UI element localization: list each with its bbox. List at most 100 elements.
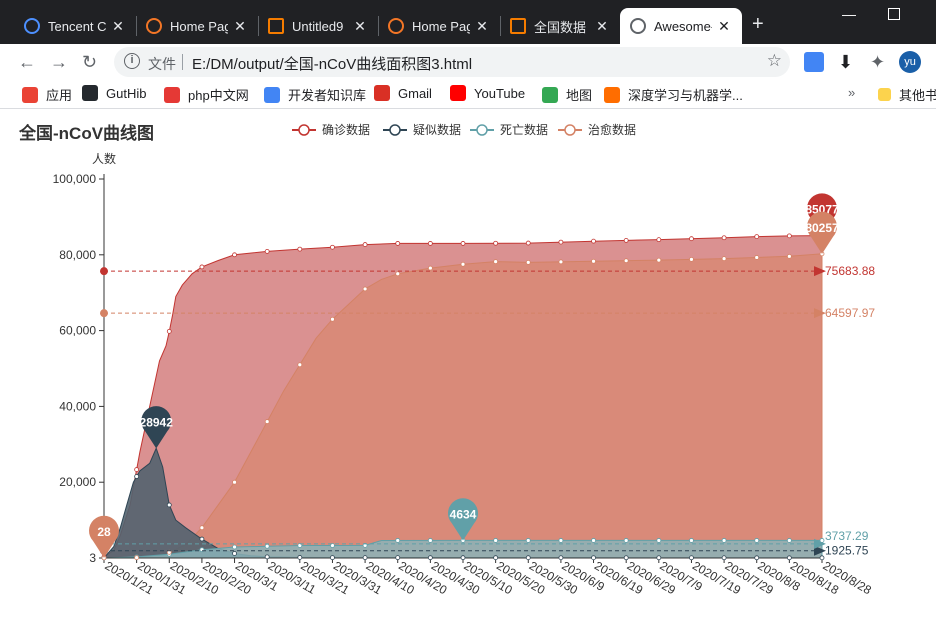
address-separator	[182, 54, 183, 70]
bookmark-label: YouTube	[474, 85, 526, 101]
data-point	[330, 555, 335, 561]
bookmark-2[interactable]: GutHib	[82, 85, 146, 101]
data-point	[689, 256, 694, 262]
chart-title: 全国-nCoV曲线图	[18, 123, 154, 143]
data-point	[264, 419, 270, 424]
data-point	[721, 235, 727, 241]
translate-icon[interactable]	[804, 52, 824, 72]
mark-line-value: 1925.75	[825, 544, 869, 558]
y-tick-label: 40,000	[59, 399, 96, 413]
data-point	[721, 256, 727, 261]
close-tab-icon[interactable]: ✕	[352, 18, 368, 35]
apps-icon	[22, 86, 38, 103]
data-point	[427, 555, 433, 561]
bookmark-3[interactable]: php中文网	[164, 85, 249, 104]
data-point	[689, 555, 694, 561]
php-icon	[164, 86, 180, 103]
data-point	[395, 271, 401, 277]
data-point	[623, 538, 629, 543]
maps-icon	[542, 86, 558, 103]
data-point	[460, 555, 466, 561]
close-tab-icon[interactable]: ✕	[110, 18, 126, 35]
bookmark-star-icon[interactable]: ☆	[767, 51, 782, 71]
bookmark-1[interactable]: 应用	[22, 85, 72, 104]
data-point	[525, 259, 531, 265]
close-tab-icon[interactable]: ✕	[594, 18, 610, 35]
back-arrow-icon[interactable]: ←	[18, 52, 36, 72]
file-label: 文件	[148, 56, 176, 72]
data-point	[525, 240, 531, 246]
github-icon	[82, 85, 98, 101]
bookmarks-bar: 应用 GutHib php中文网 开发者知识库 Gmail YouTube 地图 深度学习与机…	[0, 80, 936, 109]
data-point	[199, 264, 205, 270]
notebook-icon	[510, 18, 526, 34]
data-point	[656, 257, 662, 263]
other-bookmarks-folder[interactable]: 其他书	[878, 85, 936, 104]
data-point	[199, 525, 205, 531]
tab-title: Home Pag	[412, 18, 470, 34]
max-pin-recovered-label: 80257	[805, 221, 839, 235]
data-point	[558, 555, 564, 561]
legend-label: 死亡数据	[500, 122, 548, 137]
close-tab-icon[interactable]: ✕	[232, 18, 248, 35]
ad-icon	[604, 86, 620, 103]
tab-3[interactable]: Untitled9 ✕	[258, 8, 378, 44]
bookmark-5[interactable]: Gmail	[374, 85, 432, 101]
data-point	[623, 555, 629, 561]
bookmarks-more-button[interactable]: »	[848, 85, 855, 100]
close-tab-icon[interactable]: ✕	[716, 18, 732, 35]
data-point	[134, 467, 140, 472]
download-icon[interactable]: ⬇	[838, 52, 853, 72]
minimize-icon[interactable]: —	[842, 6, 856, 22]
data-point	[558, 538, 564, 543]
tab-2[interactable]: Home Pag ✕	[136, 8, 258, 44]
forward-arrow-icon[interactable]: →	[50, 52, 68, 72]
bookmark-4[interactable]: 开发者知识库	[264, 85, 366, 104]
legend-marker	[389, 124, 401, 136]
y-tick-label: 80,000	[59, 248, 96, 262]
tab-title: Tencent C	[48, 18, 106, 34]
data-point	[656, 555, 662, 561]
data-point	[395, 555, 401, 561]
maximize-icon[interactable]	[888, 8, 900, 20]
tab-title: Untitled9	[292, 18, 344, 34]
extensions-icon[interactable]: ✦	[870, 52, 885, 72]
data-point	[460, 241, 466, 246]
data-point	[232, 252, 237, 258]
data-point	[427, 538, 433, 543]
data-point	[264, 554, 270, 560]
jupyter-icon	[388, 18, 404, 34]
data-point	[754, 555, 760, 561]
data-point	[493, 555, 499, 561]
navigation-bar: ← → ↻ i 文件 E:/DM/output/全国-nCoV曲线面积图3.ht…	[0, 44, 936, 80]
other-bookmarks-label: 其他书	[899, 88, 936, 103]
reload-icon[interactable]: ↻	[82, 52, 97, 72]
close-tab-icon[interactable]: ✕	[474, 18, 490, 35]
bookmark-label: 开发者知识库	[288, 88, 367, 103]
bookmark-7[interactable]: 地图	[542, 85, 592, 104]
tab-5[interactable]: 全国数据 - ✕	[500, 8, 620, 44]
legend-label: 疑似数据	[413, 122, 461, 137]
data-point	[199, 536, 205, 542]
data-point	[591, 258, 596, 264]
tab-6[interactable]: Awesome- ✕	[620, 8, 742, 44]
bookmark-6[interactable]: YouTube	[450, 85, 525, 101]
address-bar[interactable]: i 文件 E:/DM/output/全国-nCoV曲线面积图3.html ☆	[114, 47, 790, 77]
data-point	[362, 555, 368, 561]
folder-icon	[878, 88, 891, 101]
bookmark-8[interactable]: 深度学习与机器学...	[604, 85, 743, 104]
data-point	[395, 241, 401, 246]
new-tab-button[interactable]: +	[752, 14, 764, 34]
max-pin-deaths-label: 4634	[450, 507, 477, 521]
tab-1[interactable]: Tencent C ✕	[14, 8, 136, 44]
profile-avatar[interactable]: yu	[899, 51, 921, 73]
data-point	[362, 286, 368, 292]
data-point	[232, 479, 237, 485]
data-point	[591, 238, 596, 244]
youtube-icon	[450, 85, 466, 101]
tab-4[interactable]: Home Pag ✕	[378, 8, 500, 44]
info-icon[interactable]: i	[124, 53, 140, 69]
mark-line-value: 75683.88	[825, 264, 875, 278]
data-point	[656, 538, 662, 543]
url-text[interactable]: E:/DM/output/全国-nCoV曲线面积图3.html	[192, 53, 472, 74]
